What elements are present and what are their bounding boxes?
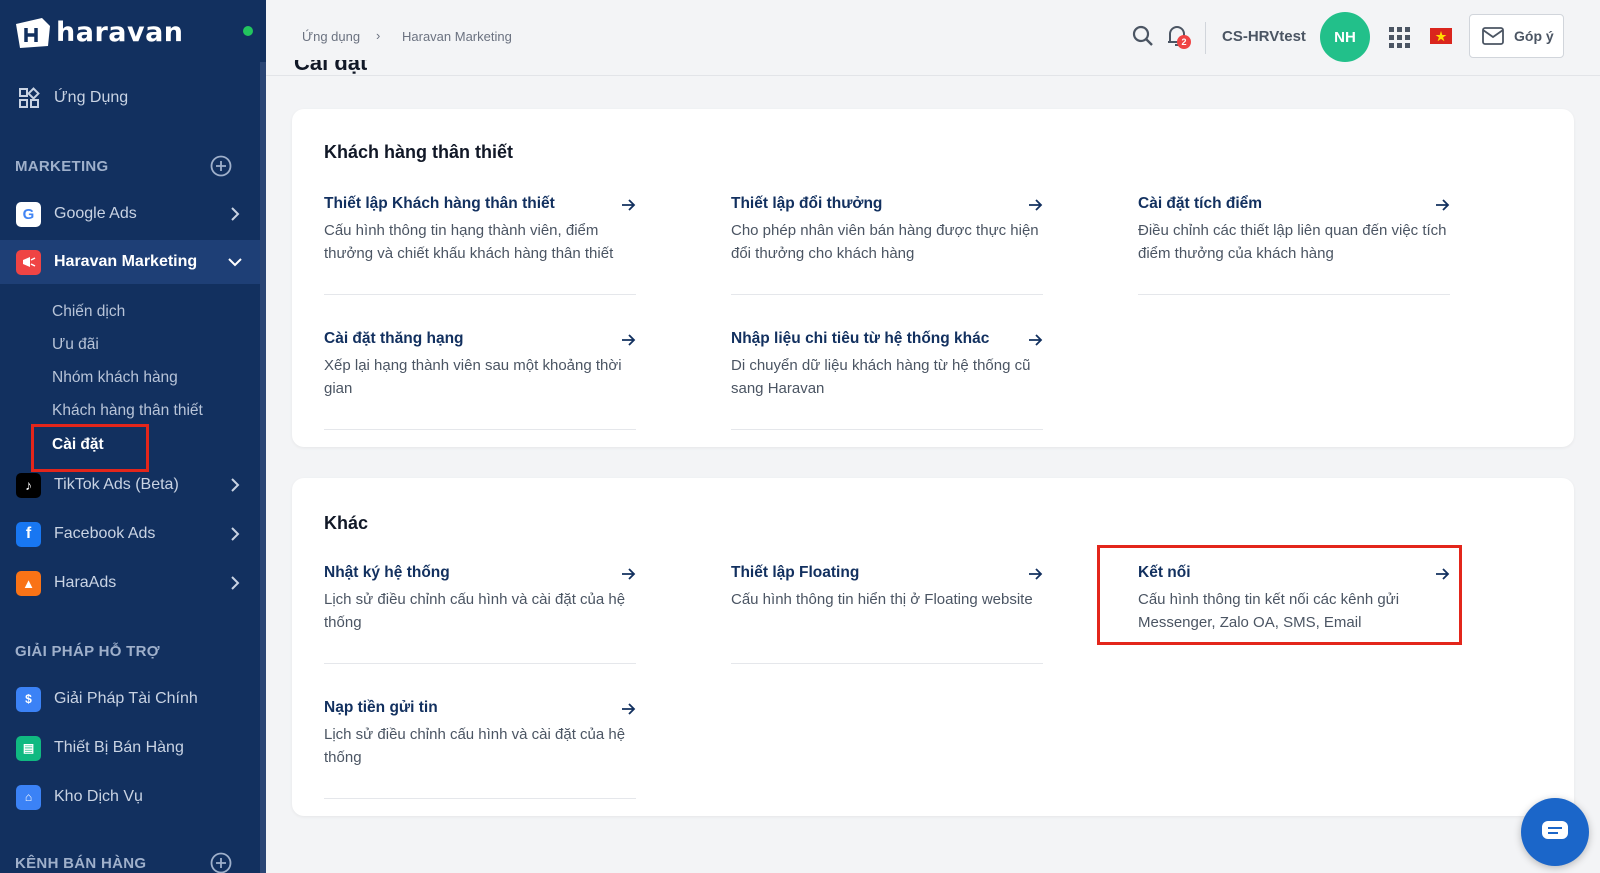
- sidebar-item-label: Haravan Marketing: [54, 253, 198, 270]
- pos-device-icon: ▤: [16, 735, 41, 761]
- apps-grid-icon: [16, 86, 41, 111]
- sidebar-subitem-customer-groups[interactable]: Nhóm khách hàng: [52, 369, 178, 387]
- app-grid-icon[interactable]: [1389, 27, 1410, 48]
- sidebar-item-service-store[interactable]: ⌂ Kho Dịch Vụ: [0, 775, 260, 819]
- section-support: GIẢI PHÁP HỖ TRỢ: [15, 643, 160, 660]
- mail-icon: [1482, 27, 1504, 45]
- sidebar-item-tiktok-ads[interactable]: ♪ TikTok Ads (Beta): [0, 463, 260, 507]
- setting-message-topup[interactable]: Nạp tiền gửi tin Lịch sử điều chỉnh cấu …: [324, 699, 636, 799]
- avatar[interactable]: NH: [1320, 12, 1370, 62]
- vietnam-flag-icon[interactable]: [1430, 28, 1452, 44]
- chevron-right-icon: [231, 576, 240, 590]
- sidebar-subitem-loyal-customers[interactable]: Khách hàng thân thiết: [52, 402, 203, 420]
- setting-import-spending[interactable]: Nhập liệu chi tiêu từ hệ thống khác Di c…: [731, 330, 1043, 430]
- card-title: Khách hàng thân thiết: [324, 142, 513, 162]
- section-marketing: MARKETING: [15, 158, 109, 175]
- sidebar-subitem-campaigns[interactable]: Chiến dịch: [52, 303, 125, 321]
- facebook-icon: f: [16, 521, 41, 547]
- store-name[interactable]: CS-HRVtest: [1222, 28, 1306, 45]
- chevron-right-icon: [231, 207, 240, 221]
- sidebar-item-finance[interactable]: $ Giải Pháp Tài Chính: [0, 677, 260, 721]
- notification-badge: 2: [1177, 35, 1191, 49]
- breadcrumb-separator-icon: ›: [376, 28, 381, 43]
- chevron-down-icon: [228, 258, 242, 267]
- sidebar-item-haraads[interactable]: ▲ HaraAds: [0, 561, 260, 605]
- finance-icon: $: [16, 686, 41, 712]
- arrow-right-icon: [622, 334, 636, 346]
- sidebar-item-facebook-ads[interactable]: f Facebook Ads: [0, 512, 260, 556]
- arrow-right-icon: [622, 703, 636, 715]
- setting-points[interactable]: Cài đặt tích điểm Điều chỉnh các thiết l…: [1138, 195, 1450, 295]
- section-sales-channels: KÊNH BÁN HÀNG: [15, 855, 147, 872]
- sidebar-item-label: Giải Pháp Tài Chính: [54, 690, 198, 707]
- sidebar-item-label: Google Ads: [54, 205, 137, 222]
- setting-system-log[interactable]: Nhật ký hệ thống Lịch sử điều chỉnh cấu …: [324, 564, 636, 664]
- chevron-right-icon: [231, 478, 240, 492]
- haraads-icon: ▲: [16, 570, 41, 596]
- feedback-button[interactable]: Góp ý: [1469, 14, 1564, 58]
- add-sales-channel-icon[interactable]: [210, 852, 232, 873]
- sidebar-item-label: TikTok Ads (Beta): [54, 476, 179, 493]
- sidebar-item-apps[interactable]: Ứng Dụng: [0, 76, 260, 120]
- setting-reward-redemption[interactable]: Thiết lập đổi thưởng Cho phép nhân viên …: [731, 195, 1043, 295]
- loyalty-settings-card: Khách hàng thân thiết Thiết lập Khách hà…: [292, 109, 1574, 447]
- brand-name: haravan: [56, 16, 184, 48]
- service-store-icon: ⌂: [16, 784, 41, 810]
- add-marketing-icon[interactable]: [210, 155, 232, 177]
- sidebar-item-pos-devices[interactable]: ▤ Thiết Bị Bán Hàng: [0, 726, 260, 770]
- haravan-logo-icon: [16, 18, 50, 48]
- sidebar-item-label: Kho Dịch Vụ: [54, 788, 143, 805]
- breadcrumb-current: Haravan Marketing: [402, 29, 512, 44]
- highlight-connections-box: [1097, 545, 1462, 645]
- brand-logo[interactable]: haravan: [0, 0, 266, 64]
- other-settings-card: Khác Nhật ký hệ thống Lịch sử điều chỉnh…: [292, 478, 1574, 816]
- sidebar-item-haravan-marketing[interactable]: Haravan Marketing: [0, 240, 260, 284]
- arrow-right-icon: [622, 199, 636, 211]
- arrow-right-icon: [1029, 568, 1043, 580]
- sidebar-subitem-offers[interactable]: Ưu đãi: [52, 336, 99, 354]
- setting-loyalty-config[interactable]: Thiết lập Khách hàng thân thiết Cấu hình…: [324, 195, 636, 295]
- sidebar-item-label: Facebook Ads: [54, 525, 156, 542]
- sidebar-item-label: HaraAds: [54, 574, 117, 591]
- arrow-right-icon: [622, 568, 636, 580]
- tiktok-icon: ♪: [16, 472, 41, 498]
- status-online-dot: [243, 26, 253, 36]
- sidebar-item-label: Ứng Dụng: [54, 89, 129, 106]
- chat-icon: [1542, 821, 1568, 839]
- arrow-right-icon: [1029, 199, 1043, 211]
- sidebar-scrollbar[interactable]: [260, 62, 266, 873]
- sidebar-item-google-ads[interactable]: G Google Ads: [0, 192, 260, 236]
- feedback-label: Góp ý: [1514, 28, 1554, 44]
- setting-floating[interactable]: Thiết lập Floating Cấu hình thông tin hi…: [731, 564, 1043, 664]
- search-icon[interactable]: [1131, 24, 1155, 48]
- arrow-right-icon: [1029, 334, 1043, 346]
- chevron-right-icon: [231, 527, 240, 541]
- sidebar: haravan Ứng Dụng MARKETING G Google Ads …: [0, 0, 266, 873]
- chat-support-button[interactable]: [1521, 798, 1589, 866]
- sidebar-item-label: Thiết Bị Bán Hàng: [54, 739, 184, 756]
- breadcrumb-apps[interactable]: Ứng dụng: [302, 29, 360, 44]
- setting-tier-upgrade[interactable]: Cài đặt thăng hạng Xếp lại hạng thành vi…: [324, 330, 636, 430]
- marketing-megaphone-icon: [16, 249, 41, 275]
- card-title: Khác: [324, 513, 369, 533]
- google-icon: G: [16, 201, 41, 227]
- arrow-right-icon: [1436, 199, 1450, 211]
- page-title: Cài đặt: [294, 60, 368, 75]
- header-divider: [1205, 22, 1206, 54]
